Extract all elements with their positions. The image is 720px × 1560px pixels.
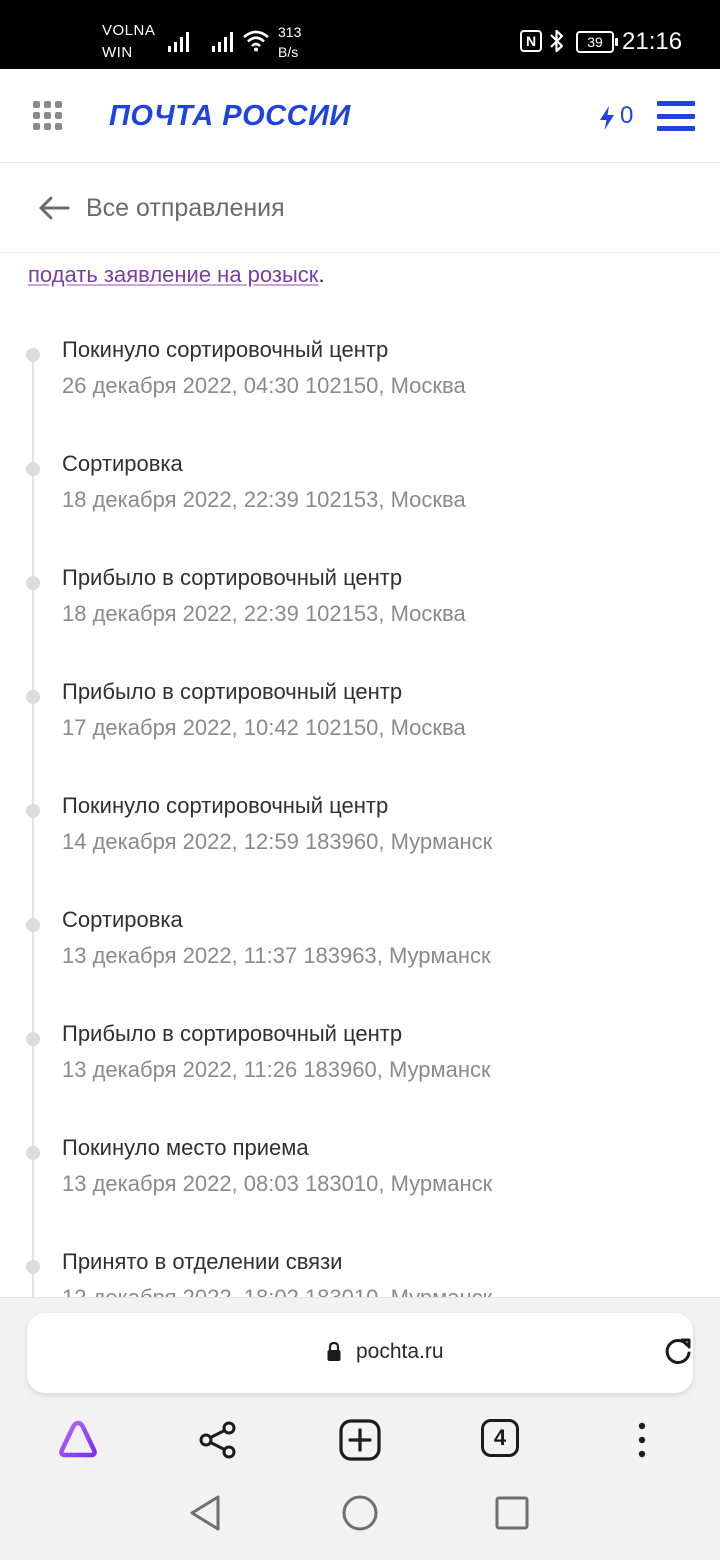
timeline-event: Сортировка 18 декабря 2022, 22:39 102153,… [0, 368, 720, 512]
back-navigation[interactable]: Все отправления [0, 163, 720, 253]
carrier-name: VOLNA WIN [102, 22, 156, 61]
timeline-event: Прибыло в сортировочный центр 17 декабря … [0, 596, 720, 740]
hamburger-menu-icon[interactable] [657, 101, 695, 131]
wifi-icon [243, 30, 269, 52]
site-logo[interactable]: ПОЧТА РОССИИ [109, 97, 351, 135]
timeline-event: Сортировка 13 декабря 2022, 11:37 183963,… [0, 824, 720, 968]
timeline-dot [26, 918, 40, 932]
event-status: Прибыло в сортировочный центр [62, 1021, 403, 1046]
event-status: Прибыло в сортировочный центр [62, 679, 403, 704]
bolt-icon[interactable] [598, 105, 616, 131]
event-status: Сортировка [62, 907, 183, 932]
timeline-event: Принято в отделении связи 12 декабря 2022… [0, 1166, 720, 1297]
system-back-icon[interactable] [186, 1493, 226, 1533]
event-status: Покинуло сортировочный центр [62, 337, 389, 362]
nfc-icon: N [520, 30, 542, 52]
timeline-event: Покинуло сортировочный центр 14 декабря 2… [0, 710, 720, 854]
timeline-dot [26, 576, 40, 590]
timeline-dot [26, 462, 40, 476]
system-home-icon[interactable] [340, 1493, 380, 1533]
event-status: Покинуло сортировочный центр [62, 793, 389, 818]
lock-icon [327, 1341, 341, 1361]
address-bar[interactable]: pochta.ru [27, 1313, 693, 1393]
timeline-dot [26, 1032, 40, 1046]
timeline-dot [26, 804, 40, 818]
tabs-icon[interactable]: 4 [481, 1419, 519, 1457]
timeline-event: Покинуло сортировочный центр 26 декабря 2… [0, 254, 720, 398]
event-status: Принято в отделении связи [62, 1249, 343, 1274]
timeline-event: Покинуло место приема 13 декабря 2022, 08… [0, 1052, 720, 1196]
apps-grid-icon[interactable] [33, 101, 63, 131]
tracking-history: подать заявление на розыск. Покинуло сор… [0, 254, 720, 1297]
url-text[interactable]: pochta.ru [356, 1337, 444, 1367]
timeline-dot [26, 690, 40, 704]
bluetooth-icon [550, 29, 564, 53]
share-icon[interactable] [196, 1418, 240, 1462]
alice-icon[interactable] [56, 1418, 100, 1462]
event-status: Прибыло в сортировочный центр [62, 565, 403, 590]
new-tab-icon[interactable] [338, 1418, 382, 1462]
clock: 21:16 [622, 28, 683, 55]
timeline-dot [26, 348, 40, 362]
site-header: ПОЧТА РОССИИ 0 [0, 69, 720, 163]
more-icon[interactable] [620, 1418, 664, 1462]
event-detail: 12 декабря 2022, 18:02 183010, Мурманск [62, 1282, 492, 1297]
event-status: Покинуло место приема [62, 1135, 309, 1160]
timeline-event: Прибыло в сортировочный центр 13 декабря … [0, 938, 720, 1082]
back-label[interactable]: Все отправления [86, 191, 285, 225]
reload-icon[interactable] [663, 1337, 693, 1367]
timeline-dot [26, 1146, 40, 1160]
back-arrow-icon[interactable] [38, 195, 70, 221]
status-bar: VOLNA WIN 313 B/s N 39 21:16 [0, 0, 720, 69]
event-status: Сортировка [62, 451, 183, 476]
timeline-dot [26, 1260, 40, 1274]
signal-icon-2 [212, 30, 233, 52]
network-speed: 313 B/s [278, 24, 302, 60]
system-recents-icon[interactable] [492, 1493, 532, 1533]
signal-icon [168, 30, 189, 52]
timeline-event: Прибыло в сортировочный центр 18 декабря … [0, 482, 720, 626]
browser-toolbar: pochta.ru 4 [0, 1297, 720, 1560]
battery-icon: 39 [576, 31, 618, 53]
bolt-count[interactable]: 0 [620, 101, 633, 131]
